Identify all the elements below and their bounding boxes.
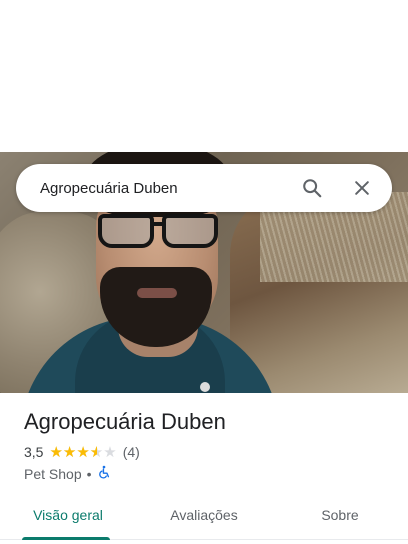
tab-overview-label: Visão geral bbox=[33, 506, 103, 523]
category-label[interactable]: Pet Shop bbox=[24, 466, 82, 482]
tab-about[interactable]: Sobre bbox=[272, 490, 408, 539]
photo-glasses-bridge bbox=[152, 222, 164, 226]
photo-mouth bbox=[137, 288, 177, 298]
search-input[interactable]: Agropecuária Duben bbox=[40, 180, 292, 197]
photo-glasses-right bbox=[162, 214, 218, 248]
tab-reviews-label: Avaliações bbox=[170, 506, 238, 523]
stars-filled: ★★★★★ bbox=[49, 444, 96, 460]
photo-glasses-left bbox=[98, 214, 154, 248]
tab-overview[interactable]: Visão geral bbox=[0, 490, 136, 540]
review-count[interactable]: (4) bbox=[123, 444, 140, 460]
photo-hoodie-string bbox=[200, 382, 210, 392]
place-title: Agropecuária Duben bbox=[24, 409, 226, 434]
separator-dot: • bbox=[86, 465, 92, 482]
place-page: Agropecuária Duben Agropecuária Duben 3,… bbox=[0, 0, 408, 544]
search-icon[interactable] bbox=[292, 168, 332, 208]
rating-value: 3,5 bbox=[24, 444, 44, 460]
tab-bar: Visão geral Avaliações Sobre bbox=[0, 490, 408, 540]
category-row: Pet Shop • bbox=[24, 465, 111, 482]
rating-row[interactable]: 3,5 ★★★★★ ★★★★★ (4) bbox=[24, 444, 140, 460]
tab-reviews[interactable]: Avaliações bbox=[136, 490, 272, 539]
close-icon[interactable] bbox=[342, 168, 382, 208]
tab-about-label: Sobre bbox=[321, 506, 359, 523]
search-bar[interactable]: Agropecuária Duben bbox=[16, 164, 392, 212]
star-rating: ★★★★★ ★★★★★ bbox=[49, 445, 116, 460]
wheelchair-icon bbox=[97, 465, 111, 482]
